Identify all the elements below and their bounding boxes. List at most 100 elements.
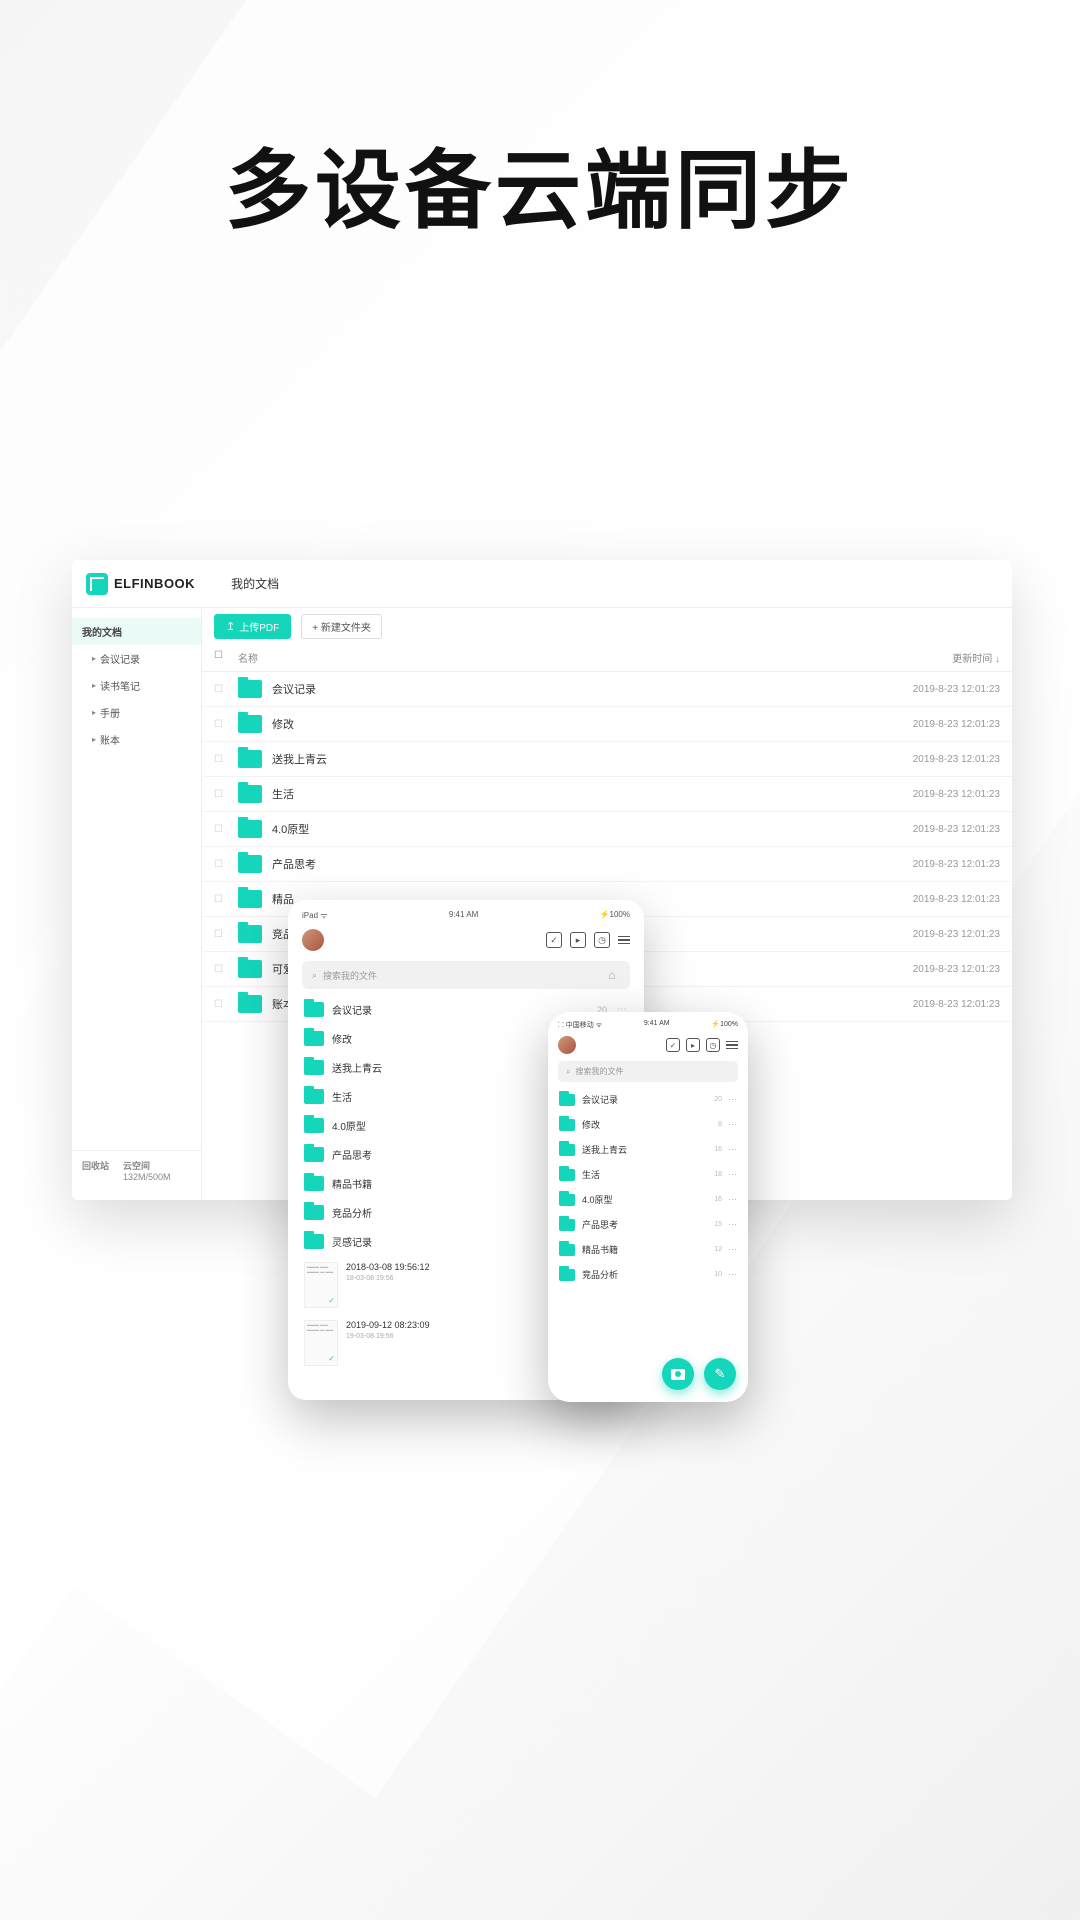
trash-link[interactable]: 回收站 xyxy=(82,1159,109,1182)
tag-icon[interactable]: ⌂ xyxy=(604,967,620,983)
item-count: 10 xyxy=(714,1271,722,1278)
table-row[interactable]: 4.0原型 2019-8-23 12:01:23 xyxy=(202,812,1012,847)
add-icon[interactable]: ▸ xyxy=(686,1038,700,1052)
menu-icon[interactable] xyxy=(726,1041,738,1049)
tablet-search-input[interactable]: 搜索我的文件 ⌂ xyxy=(302,961,630,989)
clock-icon[interactable]: ◷ xyxy=(706,1038,720,1052)
item-count: 15 xyxy=(714,1221,722,1228)
list-item[interactable]: 精品书籍 12 ⋯ xyxy=(558,1237,738,1262)
item-name: 精品书籍 xyxy=(582,1243,618,1256)
row-checkbox[interactable] xyxy=(214,929,238,940)
more-icon[interactable]: ⋯ xyxy=(728,1244,737,1255)
row-time: 2019-8-23 12:01:23 xyxy=(850,929,1000,940)
table-row[interactable]: 送我上青云 2019-8-23 12:01:23 xyxy=(202,742,1012,777)
more-icon[interactable]: ⋯ xyxy=(728,1119,737,1130)
more-icon[interactable]: ⋯ xyxy=(728,1144,737,1155)
new-folder-button[interactable]: 新建文件夹 xyxy=(301,614,382,639)
table-row[interactable]: 会议记录 2019-8-23 12:01:23 xyxy=(202,672,1012,707)
folder-icon xyxy=(559,1169,575,1181)
row-checkbox[interactable] xyxy=(214,859,238,870)
item-name: 4.0原型 xyxy=(582,1193,613,1206)
breadcrumb[interactable]: 我的文档 xyxy=(231,575,279,592)
list-item[interactable]: 产品思考 15 ⋯ xyxy=(558,1212,738,1237)
list-item[interactable]: 生活 18 ⋯ xyxy=(558,1162,738,1187)
item-name: 生活 xyxy=(332,1089,352,1104)
row-checkbox[interactable] xyxy=(214,824,238,835)
add-icon[interactable]: ▸ xyxy=(570,932,586,948)
row-checkbox[interactable] xyxy=(214,999,238,1010)
sidebar-item[interactable]: 读书笔记 xyxy=(72,672,201,699)
row-checkbox[interactable] xyxy=(214,894,238,905)
col-name[interactable]: 名称 xyxy=(238,650,850,665)
avatar[interactable] xyxy=(302,929,324,951)
folder-icon xyxy=(238,680,262,698)
row-time: 2019-8-23 12:01:23 xyxy=(850,999,1000,1010)
row-name: 4.0原型 xyxy=(272,821,850,837)
camera-fab-button[interactable] xyxy=(662,1358,694,1390)
brand-logo[interactable]: ELFINBOOK xyxy=(86,573,195,595)
sidebar-item[interactable]: 会议记录 xyxy=(72,645,201,672)
row-checkbox[interactable] xyxy=(214,789,238,800)
folder-icon xyxy=(559,1244,575,1256)
sidebar-footer: 回收站 云空间132M/500M xyxy=(72,1150,201,1190)
folder-icon xyxy=(238,925,262,943)
select-all-checkbox[interactable]: ☐ xyxy=(214,650,238,665)
avatar[interactable] xyxy=(558,1036,576,1054)
folder-icon xyxy=(238,890,262,908)
more-icon[interactable]: ⋯ xyxy=(728,1269,737,1280)
logo-icon xyxy=(86,573,108,595)
folder-icon xyxy=(238,785,262,803)
edit-fab-button[interactable] xyxy=(704,1358,736,1390)
row-checkbox[interactable] xyxy=(214,719,238,730)
more-icon[interactable]: ⋯ xyxy=(728,1219,737,1230)
list-item[interactable]: 会议记录 20 ⋯ xyxy=(558,1087,738,1112)
folder-icon xyxy=(559,1119,575,1131)
table-row[interactable]: 修改 2019-8-23 12:01:23 xyxy=(202,707,1012,742)
row-time: 2019-8-23 12:01:23 xyxy=(850,754,1000,765)
col-updated[interactable]: 更新时间 xyxy=(850,650,1000,665)
row-checkbox[interactable] xyxy=(214,754,238,765)
row-time: 2019-8-23 12:01:23 xyxy=(850,684,1000,695)
row-checkbox[interactable] xyxy=(214,684,238,695)
item-name: 送我上青云 xyxy=(582,1143,627,1156)
row-name: 送我上青云 xyxy=(272,751,850,767)
more-icon[interactable]: ⋯ xyxy=(728,1094,737,1105)
table-row[interactable]: 产品思考 2019-8-23 12:01:23 xyxy=(202,847,1012,882)
folder-icon xyxy=(304,1118,324,1133)
item-count: 8 xyxy=(718,1121,722,1128)
sidebar-item[interactable]: 手册 xyxy=(72,699,201,726)
folder-icon xyxy=(304,1060,324,1075)
sidebar-item[interactable]: 账本 xyxy=(72,726,201,753)
sidebar-root[interactable]: 我的文档 xyxy=(72,618,201,645)
folder-icon xyxy=(238,960,262,978)
list-item[interactable]: 修改 8 ⋯ xyxy=(558,1112,738,1137)
row-time: 2019-8-23 12:01:23 xyxy=(850,824,1000,835)
item-name: 产品思考 xyxy=(582,1218,618,1231)
brand-text: ELFINBOOK xyxy=(114,576,195,591)
folder-icon xyxy=(238,715,262,733)
item-count: 20 xyxy=(714,1096,722,1103)
row-name: 生活 xyxy=(272,786,850,802)
list-item[interactable]: 竞品分析 10 ⋯ xyxy=(558,1262,738,1287)
menu-icon[interactable] xyxy=(618,936,630,944)
check-icon[interactable]: ✓ xyxy=(666,1038,680,1052)
item-name: 修改 xyxy=(332,1031,352,1046)
desktop-toolbar: 上传PDF 新建文件夹 xyxy=(202,608,1012,644)
upload-pdf-button[interactable]: 上传PDF xyxy=(214,614,291,639)
list-item[interactable]: 送我上青云 16 ⋯ xyxy=(558,1137,738,1162)
check-icon[interactable]: ✓ xyxy=(546,932,562,948)
row-time: 2019-8-23 12:01:23 xyxy=(850,859,1000,870)
desktop-header: ELFINBOOK 我的文档 xyxy=(72,560,1012,608)
row-checkbox[interactable] xyxy=(214,964,238,975)
clock-icon[interactable]: ◷ xyxy=(594,932,610,948)
more-icon[interactable]: ⋯ xyxy=(728,1169,737,1180)
row-time: 2019-8-23 12:01:23 xyxy=(850,894,1000,905)
item-count: 12 xyxy=(714,1246,722,1253)
folder-icon xyxy=(238,995,262,1013)
more-icon[interactable]: ⋯ xyxy=(728,1194,737,1205)
phone-search-input[interactable]: 搜索我的文件 xyxy=(558,1061,738,1082)
phone-topbar: ✓ ▸ ◷ xyxy=(554,1034,742,1056)
table-row[interactable]: 生活 2019-8-23 12:01:23 xyxy=(202,777,1012,812)
item-name: 竞品分析 xyxy=(332,1205,372,1220)
list-item[interactable]: 4.0原型 16 ⋯ xyxy=(558,1187,738,1212)
